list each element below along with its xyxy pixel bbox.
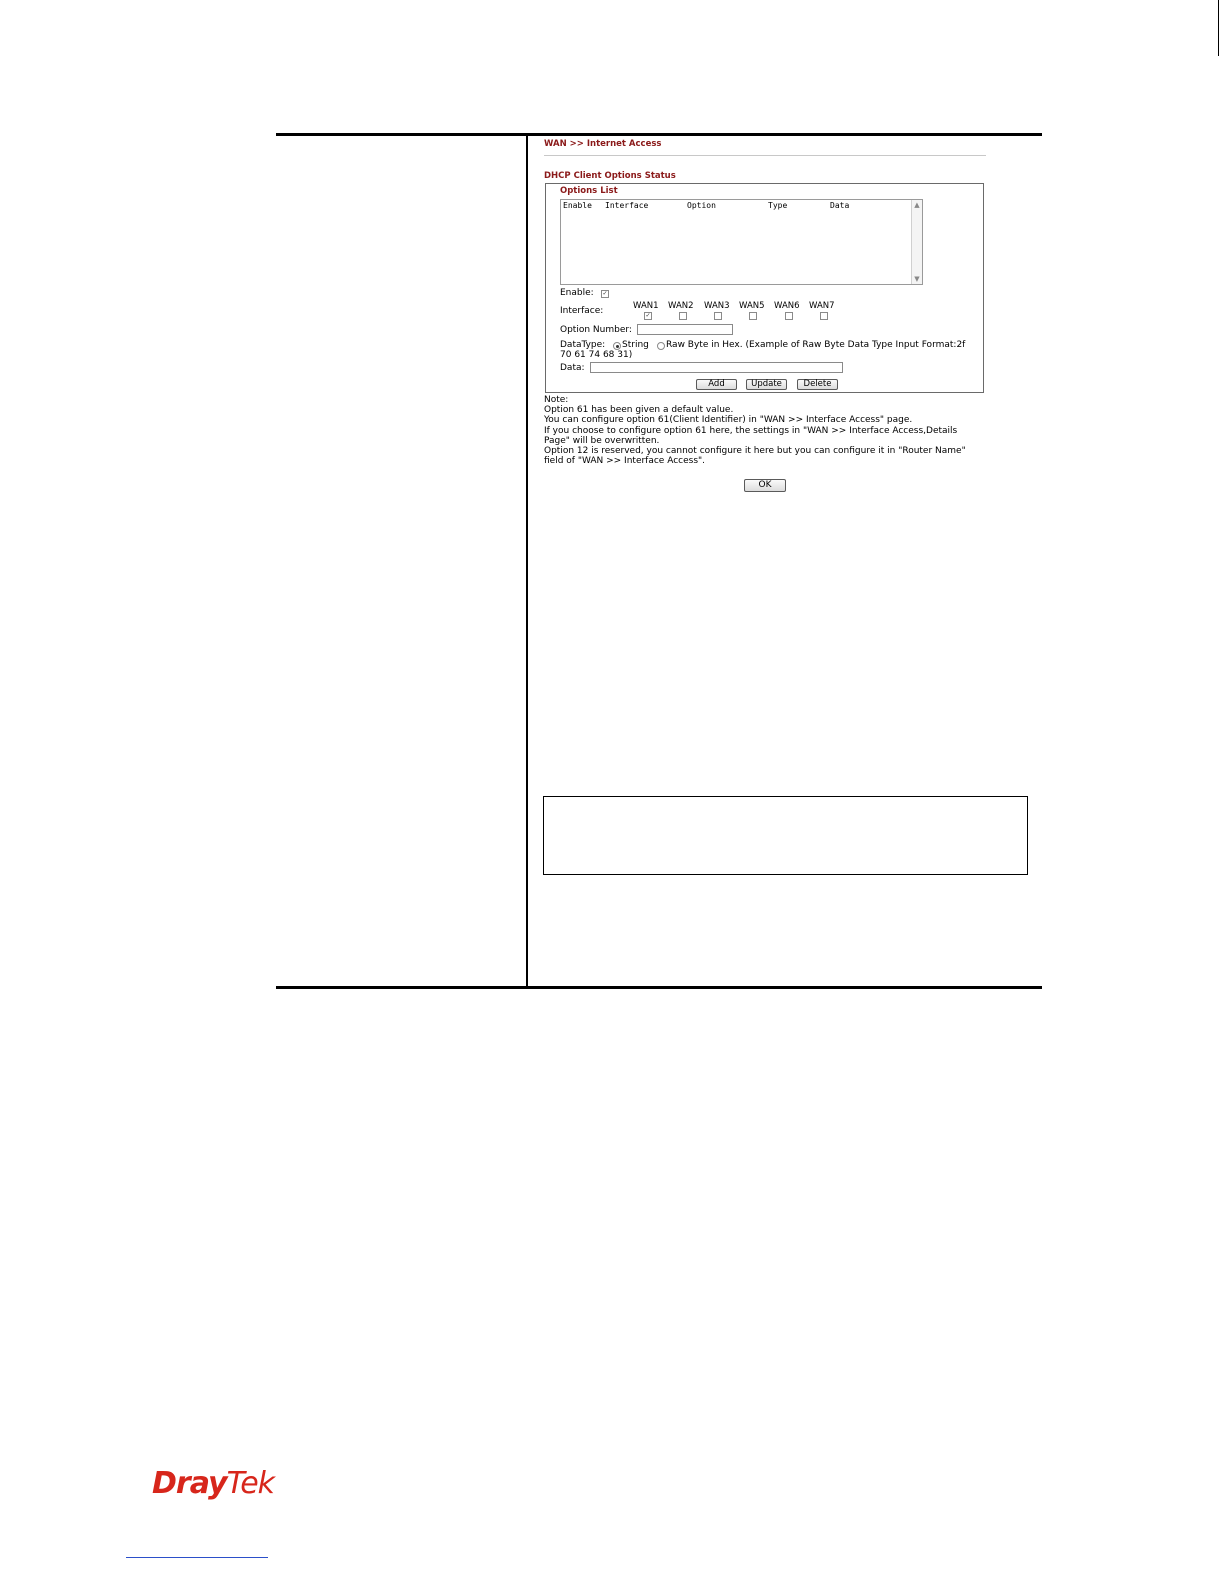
draytek-logo: DrayTek (152, 1466, 275, 1501)
interface-label: Interface: (560, 306, 604, 316)
ok-button[interactable]: OK (744, 479, 786, 492)
breadcrumb-divider (544, 155, 986, 156)
option-number-input[interactable] (637, 324, 733, 335)
info-frame (543, 796, 1028, 875)
note-line: If you choose to configure option 61 her… (544, 425, 958, 436)
page-edge-line (1218, 0, 1219, 56)
table-column-divider (526, 136, 528, 986)
interface-wan1-checkbox[interactable]: ✓ (644, 312, 652, 320)
interface-wan5-label: WAN5 (739, 301, 765, 311)
section-title: DHCP Client Options Status (544, 171, 676, 181)
data-input[interactable] (590, 362, 843, 373)
enable-label: Enable: (560, 288, 594, 298)
scroll-down-icon[interactable]: ▼ (913, 275, 921, 283)
enable-checkbox[interactable]: ✓ (601, 290, 609, 298)
interface-wan1-label: WAN1 (633, 301, 659, 311)
note-line: field of "WAN >> Interface Access". (544, 456, 706, 467)
note-line: Note: (544, 395, 569, 405)
column-enable: Enable (563, 201, 592, 210)
logo-part-1: Dray (152, 1466, 228, 1501)
column-data: Data (830, 201, 850, 210)
data-label: Data: (560, 363, 585, 373)
datatype-raw-radio[interactable] (657, 342, 665, 350)
delete-button[interactable]: Delete (797, 379, 838, 390)
scroll-up-icon[interactable]: ▲ (913, 201, 921, 209)
footer-link-underline (126, 1557, 268, 1558)
note-line: Option 61 has been given a default value… (544, 405, 734, 416)
column-type: Type (768, 201, 788, 210)
options-list-legend: Options List (560, 186, 618, 196)
interface-wan7-label: WAN7 (809, 301, 835, 311)
table-top-rule (276, 133, 1042, 136)
add-button[interactable]: Add (696, 379, 737, 390)
note-line: Page" will be overwritten. (544, 435, 660, 446)
interface-wan6-checkbox[interactable] (785, 312, 793, 320)
note-line: You can configure option 61(Client Ident… (544, 415, 913, 426)
interface-wan3-checkbox[interactable] (714, 312, 722, 320)
datatype-label: DataType: (560, 340, 606, 350)
column-interface: Interface (605, 201, 649, 210)
interface-wan7-checkbox[interactable] (820, 312, 828, 320)
update-button[interactable]: Update (746, 379, 787, 390)
datatype-raw-label: Raw Byte in Hex. (Example of Raw Byte Da… (666, 340, 966, 350)
column-option: Option (687, 201, 716, 210)
options-listbox[interactable]: Enable Interface Option Type Data ▲ ▼ (560, 199, 923, 285)
interface-wan3-label: WAN3 (704, 301, 730, 311)
interface-wan6-label: WAN6 (774, 301, 800, 311)
datatype-raw-label-cont: 70 61 74 68 31) (560, 350, 633, 360)
interface-wan2-label: WAN2 (668, 301, 694, 311)
datatype-string-radio[interactable] (613, 342, 621, 350)
listbox-scrollbar[interactable]: ▲ ▼ (911, 200, 922, 284)
logo-part-2: Tek (226, 1466, 275, 1501)
datatype-string-label: String (622, 340, 649, 350)
table-bottom-rule (276, 986, 1042, 989)
breadcrumb: WAN >> Internet Access (544, 139, 662, 149)
interface-wan5-checkbox[interactable] (749, 312, 757, 320)
note-block: Note: Option 61 has been given a default… (544, 395, 989, 466)
interface-wan2-checkbox[interactable] (679, 312, 687, 320)
option-number-label: Option Number: (560, 325, 632, 335)
options-fieldset: Options List Enable Interface Option Typ… (545, 183, 984, 393)
note-line: Option 12 is reserved, you cannot config… (544, 446, 966, 457)
